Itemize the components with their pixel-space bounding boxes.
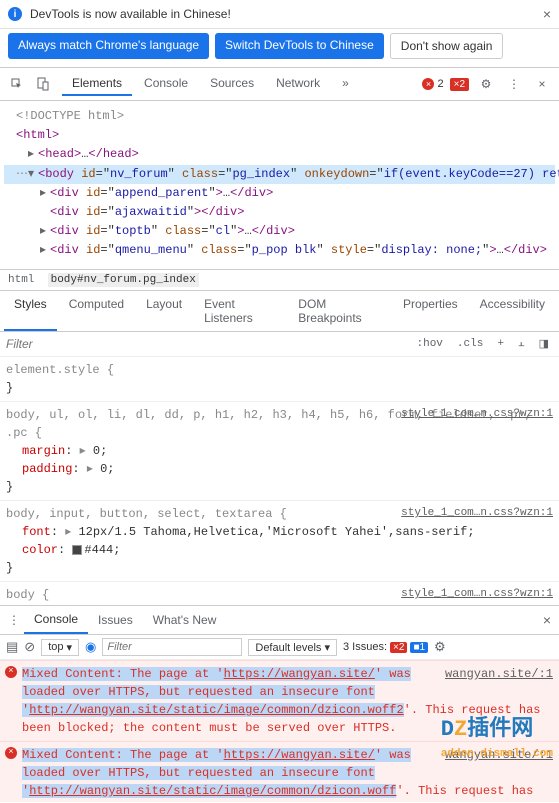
stab-layout[interactable]: Layout bbox=[136, 291, 192, 331]
rule-element-style[interactable]: element.style { } bbox=[0, 357, 559, 402]
tab-network[interactable]: Network bbox=[266, 72, 330, 96]
settings-icon[interactable]: ⚙ bbox=[475, 73, 497, 95]
dtab-whatsnew[interactable]: What's New bbox=[143, 607, 227, 633]
source-link[interactable]: style_1_com…n.css?wzn:1 bbox=[401, 406, 553, 423]
console-filter-input[interactable] bbox=[102, 638, 242, 656]
dtab-console[interactable]: Console bbox=[24, 606, 88, 634]
tab-more-icon[interactable]: » bbox=[332, 72, 359, 96]
live-expr-icon[interactable]: ◉ bbox=[85, 639, 96, 655]
tab-elements[interactable]: Elements bbox=[62, 72, 132, 96]
stab-computed[interactable]: Computed bbox=[59, 291, 134, 331]
cls-button[interactable]: .cls bbox=[453, 336, 487, 352]
error-icon: × bbox=[5, 666, 17, 678]
dom-html[interactable]: <html> bbox=[4, 126, 555, 145]
dom-body-selected[interactable]: ⋯▾<body id="nv_forum" class="pg_index" o… bbox=[4, 165, 555, 184]
console-messages[interactable]: × wangyan.site/:1 Mixed Content: The pag… bbox=[0, 660, 559, 802]
dom-div-qmenu[interactable]: ▸<div id="qmenu_menu" class="p_pop blk" … bbox=[4, 241, 555, 260]
device-icon[interactable] bbox=[32, 73, 54, 95]
dom-div-ajax[interactable]: <div id="ajaxwaitid"></div> bbox=[4, 203, 555, 222]
console-sidebar-icon[interactable]: ▤ bbox=[6, 639, 18, 655]
info-icon: i bbox=[8, 7, 22, 21]
stab-props[interactable]: Properties bbox=[393, 291, 468, 331]
styles-pane[interactable]: element.style { } style_1_com…n.css?wzn:… bbox=[0, 357, 559, 605]
console-error-2[interactable]: × wangyan.site/:1 Mixed Content: The pag… bbox=[0, 741, 559, 802]
tab-sources[interactable]: Sources bbox=[200, 72, 264, 96]
stab-styles[interactable]: Styles bbox=[4, 291, 57, 331]
drawer-tabs: ⋮ Console Issues What's New × bbox=[0, 605, 559, 635]
console-settings-icon[interactable]: ⚙ bbox=[434, 639, 446, 655]
crumb-body[interactable]: body#nv_forum.pg_index bbox=[48, 273, 199, 287]
source-link[interactable]: style_1_com…n.css?wzn:1 bbox=[401, 505, 553, 522]
hov-button[interactable]: :hov bbox=[413, 336, 447, 352]
stab-events[interactable]: Event Listeners bbox=[194, 291, 286, 331]
dont-show-button[interactable]: Don't show again bbox=[390, 33, 504, 59]
stab-dombp[interactable]: DOM Breakpoints bbox=[288, 291, 391, 331]
match-language-button[interactable]: Always match Chrome's language bbox=[8, 33, 209, 59]
inspect-icon[interactable] bbox=[6, 73, 28, 95]
log-levels-selector[interactable]: Default levels ▾ bbox=[248, 639, 337, 656]
crumb-html[interactable]: html bbox=[8, 274, 34, 286]
msg-source-link[interactable]: wangyan.site/:1 bbox=[445, 746, 553, 764]
kebab-icon[interactable]: ⋮ bbox=[503, 73, 525, 95]
clear-console-icon[interactable]: ⊘ bbox=[24, 639, 35, 655]
stab-a11y[interactable]: Accessibility bbox=[470, 291, 555, 331]
drawer-menu-icon[interactable]: ⋮ bbox=[4, 609, 24, 631]
infobar-text: DevTools is now available in Chinese! bbox=[30, 7, 231, 21]
error-icon: × bbox=[5, 747, 17, 759]
tab-console[interactable]: Console bbox=[134, 72, 198, 96]
rule-body-font[interactable]: style_1_com…n.css?wzn:1 body, input, but… bbox=[0, 501, 559, 582]
dom-doctype[interactable]: <!DOCTYPE html> bbox=[4, 107, 555, 126]
styles-filter-bar: :hov .cls + ⫠ ◨ bbox=[0, 332, 559, 357]
computed-toggle-icon[interactable]: ⫠ bbox=[514, 336, 529, 352]
dom-div-toptb[interactable]: ▸<div id="toptb" class="cl">…</div> bbox=[4, 222, 555, 241]
styles-filter-input[interactable] bbox=[6, 337, 407, 351]
msg-source-link[interactable]: wangyan.site/:1 bbox=[445, 665, 553, 683]
console-toolbar: ▤ ⊘ top ▾ ◉ Default levels ▾ 3 Issues: ×… bbox=[0, 635, 559, 660]
drawer-close-icon[interactable]: × bbox=[539, 608, 555, 632]
infobar: i DevTools is now available in Chinese! … bbox=[0, 0, 559, 29]
source-link[interactable]: style_1_com…n.css?wzn:1 bbox=[401, 586, 553, 603]
rule-body-reset[interactable]: style_1_com…n.css?wzn:1 body, ul, ol, li… bbox=[0, 402, 559, 501]
new-rule-icon[interactable]: + bbox=[493, 336, 508, 352]
main-toolbar: Elements Console Sources Network » ×2 ×2… bbox=[0, 68, 559, 101]
issues-counter[interactable]: 3 Issues: ×2 ■1 bbox=[343, 641, 428, 653]
dtab-issues[interactable]: Issues bbox=[88, 607, 143, 633]
infobar-buttons: Always match Chrome's language Switch De… bbox=[0, 29, 559, 68]
console-error-1[interactable]: × wangyan.site/:1 Mixed Content: The pag… bbox=[0, 660, 559, 741]
infobar-close-icon[interactable]: × bbox=[543, 6, 551, 22]
rule-body-bg[interactable]: style_1_com…n.css?wzn:1 body { backgroun… bbox=[0, 582, 559, 605]
styles-tabs: Styles Computed Layout Event Listeners D… bbox=[0, 291, 559, 332]
sidebar-toggle-icon[interactable]: ◨ bbox=[535, 335, 553, 353]
error-badge[interactable]: ×2 bbox=[422, 78, 443, 90]
context-selector[interactable]: top ▾ bbox=[41, 639, 79, 656]
breadcrumb[interactable]: html body#nv_forum.pg_index bbox=[0, 269, 559, 291]
main-tabs: Elements Console Sources Network » bbox=[62, 72, 359, 96]
error-badge-2[interactable]: ×2 bbox=[450, 78, 469, 91]
dom-head[interactable]: ▸<head>…</head> bbox=[4, 145, 555, 164]
dom-tree[interactable]: <!DOCTYPE html> <html> ▸<head>…</head> ⋯… bbox=[0, 101, 559, 269]
switch-chinese-button[interactable]: Switch DevTools to Chinese bbox=[215, 33, 384, 59]
close-devtools-icon[interactable]: × bbox=[531, 73, 553, 95]
dom-div-append[interactable]: ▸<div id="append_parent">…</div> bbox=[4, 184, 555, 203]
